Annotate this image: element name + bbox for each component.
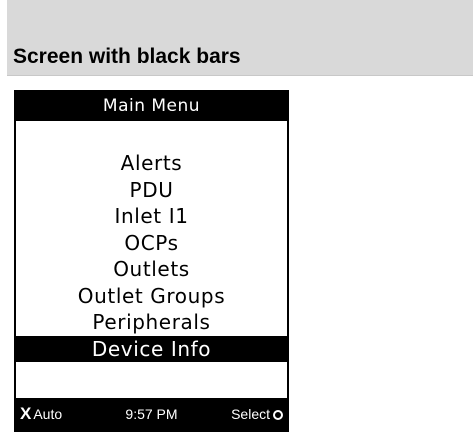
menu-item-pdu[interactable]: PDU	[16, 177, 287, 204]
x-icon: X	[20, 404, 32, 423]
menu-item-inlet-i1[interactable]: Inlet I1	[16, 203, 287, 230]
menu-item-peripherals[interactable]: Peripherals	[16, 309, 287, 336]
screen-title-bar: Main Menu	[16, 92, 287, 121]
main-menu-list: Alerts PDU Inlet I1 OCPs Outlets Outlet …	[16, 150, 287, 362]
section-header: Screen with black bars	[7, 36, 473, 76]
device-screen: Main Menu Alerts PDU Inlet I1 OCPs Outle…	[14, 90, 289, 432]
menu-item-ocps[interactable]: OCPs	[16, 230, 287, 257]
circle-select-icon	[273, 410, 283, 420]
menu-item-outlet-groups[interactable]: Outlet Groups	[16, 283, 287, 310]
auto-label: Auto	[33, 406, 63, 422]
screen-status-bar: 9:57 PM X Auto Select	[16, 398, 287, 430]
section-title: Screen with black bars	[13, 45, 241, 68]
select-button[interactable]: Select	[231, 398, 283, 430]
top-band	[7, 0, 473, 36]
auto-button[interactable]: X Auto	[20, 398, 62, 430]
menu-item-alerts[interactable]: Alerts	[16, 150, 287, 177]
menu-item-device-info[interactable]: Device Info	[16, 335, 287, 362]
select-label: Select	[231, 406, 270, 422]
menu-item-outlets[interactable]: Outlets	[16, 256, 287, 283]
